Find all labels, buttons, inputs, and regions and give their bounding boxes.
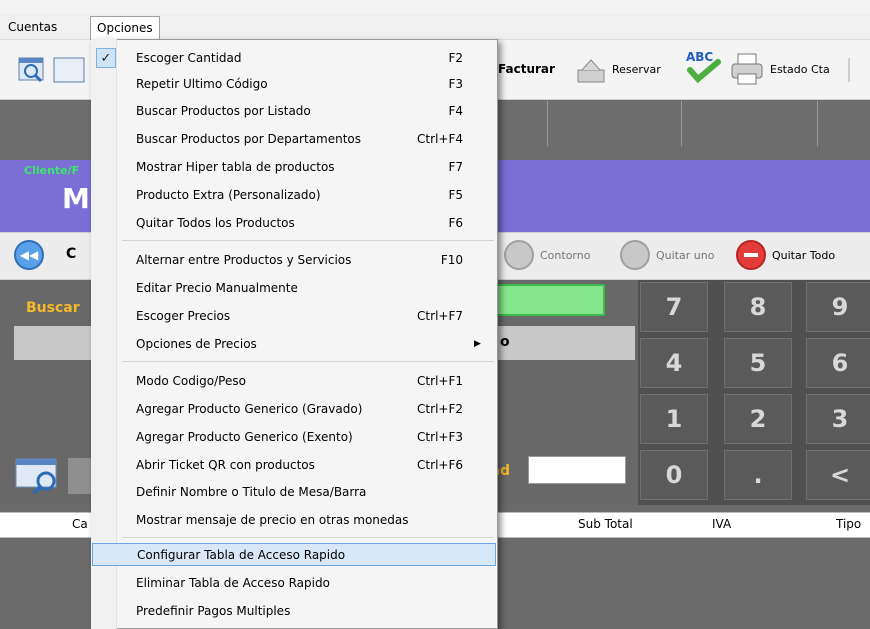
menu-separator [122, 240, 494, 241]
key-8[interactable]: 8 [724, 282, 792, 332]
menu-item-eliminar-acceso-rapido[interactable]: Eliminar Tabla de Acceso Rapido [92, 572, 496, 595]
reservar-button[interactable]: Reservar [612, 54, 661, 84]
menu-item-agregar-generico-exento[interactable]: Agregar Producto Generico (Exento) Ctrl+F… [92, 426, 496, 449]
menu-item-definir-nombre-mesa[interactable]: Definir Nombre o Titulo de Mesa/Barra [92, 481, 496, 504]
key-1[interactable]: 1 [640, 394, 708, 444]
key-9[interactable]: 9 [806, 282, 870, 332]
search-field[interactable] [14, 326, 94, 360]
menu-separator [122, 361, 494, 362]
col-cantidad[interactable]: Ca [72, 517, 88, 531]
menu-separator [122, 537, 494, 538]
quitar-uno-icon[interactable] [620, 240, 650, 270]
menu-item-configurar-acceso-rapido[interactable]: Configurar Tabla de Acceso Rapido [92, 543, 496, 566]
cantidad-input[interactable] [528, 456, 626, 484]
customer-name: M [62, 182, 90, 215]
quitar-todo-icon[interactable] [736, 240, 766, 270]
buscar-label: Buscar [26, 300, 80, 316]
rewind-icon[interactable]: ◀◀ [14, 240, 44, 270]
product-field-text: o [500, 334, 510, 350]
list-icon[interactable] [52, 56, 88, 84]
menu-item-abrir-ticket-qr[interactable]: Abrir Ticket QR con productos Ctrl+F6 [92, 454, 496, 477]
quitar-todo-button[interactable]: Quitar Todo [772, 249, 835, 262]
menu-item-quitar-todos[interactable]: Quitar Todos los Productos F6 [92, 212, 496, 235]
menu-item-alternar-productos-servicios[interactable]: Alternar entre Productos y Servicios F10 [92, 249, 496, 272]
menu-item-modo-codigo-peso[interactable]: Modo Codigo/Peso Ctrl+F1 [92, 370, 496, 393]
menu-cuentas[interactable]: Cuentas [2, 16, 63, 40]
menu-item-agregar-generico-gravado[interactable]: Agregar Producto Generico (Gravado) Ctrl+… [92, 398, 496, 421]
svg-text:ABC: ABC [686, 50, 713, 64]
menu-item-buscar-por-listado[interactable]: Buscar Productos por Listado F4 [92, 100, 496, 123]
quitar-uno-button[interactable]: Quitar uno [656, 249, 714, 262]
reservar-icon [574, 56, 608, 86]
product-field [490, 326, 635, 360]
key-3[interactable]: 3 [806, 394, 870, 444]
menu-item-buscar-por-departamentos[interactable]: Buscar Productos por Departamentos Ctrl+F… [92, 128, 496, 151]
menu-item-hiper-tabla[interactable]: Mostrar Hiper tabla de productos F7 [92, 156, 496, 179]
col-iva[interactable]: IVA [712, 517, 731, 531]
action-left-label: C [66, 246, 77, 262]
menu-item-producto-extra[interactable]: Producto Extra (Personalizado) F5 [92, 184, 496, 207]
submenu-arrow-icon: ▶ [474, 339, 481, 349]
menu-item-predefinir-pagos[interactable]: Predefinir Pagos Multiples [92, 600, 496, 623]
col-sub-total[interactable]: Sub Total [578, 517, 633, 531]
facturar-button[interactable]: Facturar [498, 54, 555, 84]
customer-label: Cliente/F [24, 164, 80, 177]
key-4[interactable]: 4 [640, 338, 708, 388]
grid-cell [682, 101, 818, 146]
grid-cell [498, 101, 548, 146]
grid-cell [548, 101, 682, 146]
menu-item-opciones-de-precios[interactable]: Opciones de Precios [92, 333, 496, 356]
menu-item-editar-precio[interactable]: Editar Precio Manualmente [92, 277, 496, 300]
key-0[interactable]: 0 [640, 450, 708, 500]
menu-item-escoger-cantidad[interactable]: Escoger Cantidad F2 [92, 47, 496, 70]
spellcheck-icon[interactable]: ABC [684, 48, 724, 84]
printer-icon[interactable] [730, 52, 766, 86]
menu-opciones[interactable]: Opciones [90, 16, 160, 40]
code-input[interactable] [495, 284, 605, 316]
key-7[interactable]: 7 [640, 282, 708, 332]
key-backspace[interactable]: < [806, 450, 870, 500]
toolbar-divider [848, 58, 850, 82]
menu-item-repetir-ultimo-codigo[interactable]: Repetir Ultimo Código F3 [92, 73, 496, 96]
title-strip [0, 0, 870, 14]
screen-search-icon[interactable] [8, 455, 64, 495]
contorno-button[interactable]: Contorno [540, 249, 590, 262]
search-window-icon[interactable] [18, 56, 46, 84]
estado-cta-button[interactable]: Estado Cta [770, 54, 830, 84]
key-dot[interactable]: . [724, 450, 792, 500]
key-6[interactable]: 6 [806, 338, 870, 388]
menu-item-mensaje-otras-monedas[interactable]: Mostrar mensaje de precio en otras moned… [92, 509, 496, 532]
contorno-icon[interactable] [504, 240, 534, 270]
key-2[interactable]: 2 [724, 394, 792, 444]
key-5[interactable]: 5 [724, 338, 792, 388]
menu-item-escoger-precios[interactable]: Escoger Precios Ctrl+F7 [92, 305, 496, 328]
col-tipo[interactable]: Tipo [836, 517, 861, 531]
